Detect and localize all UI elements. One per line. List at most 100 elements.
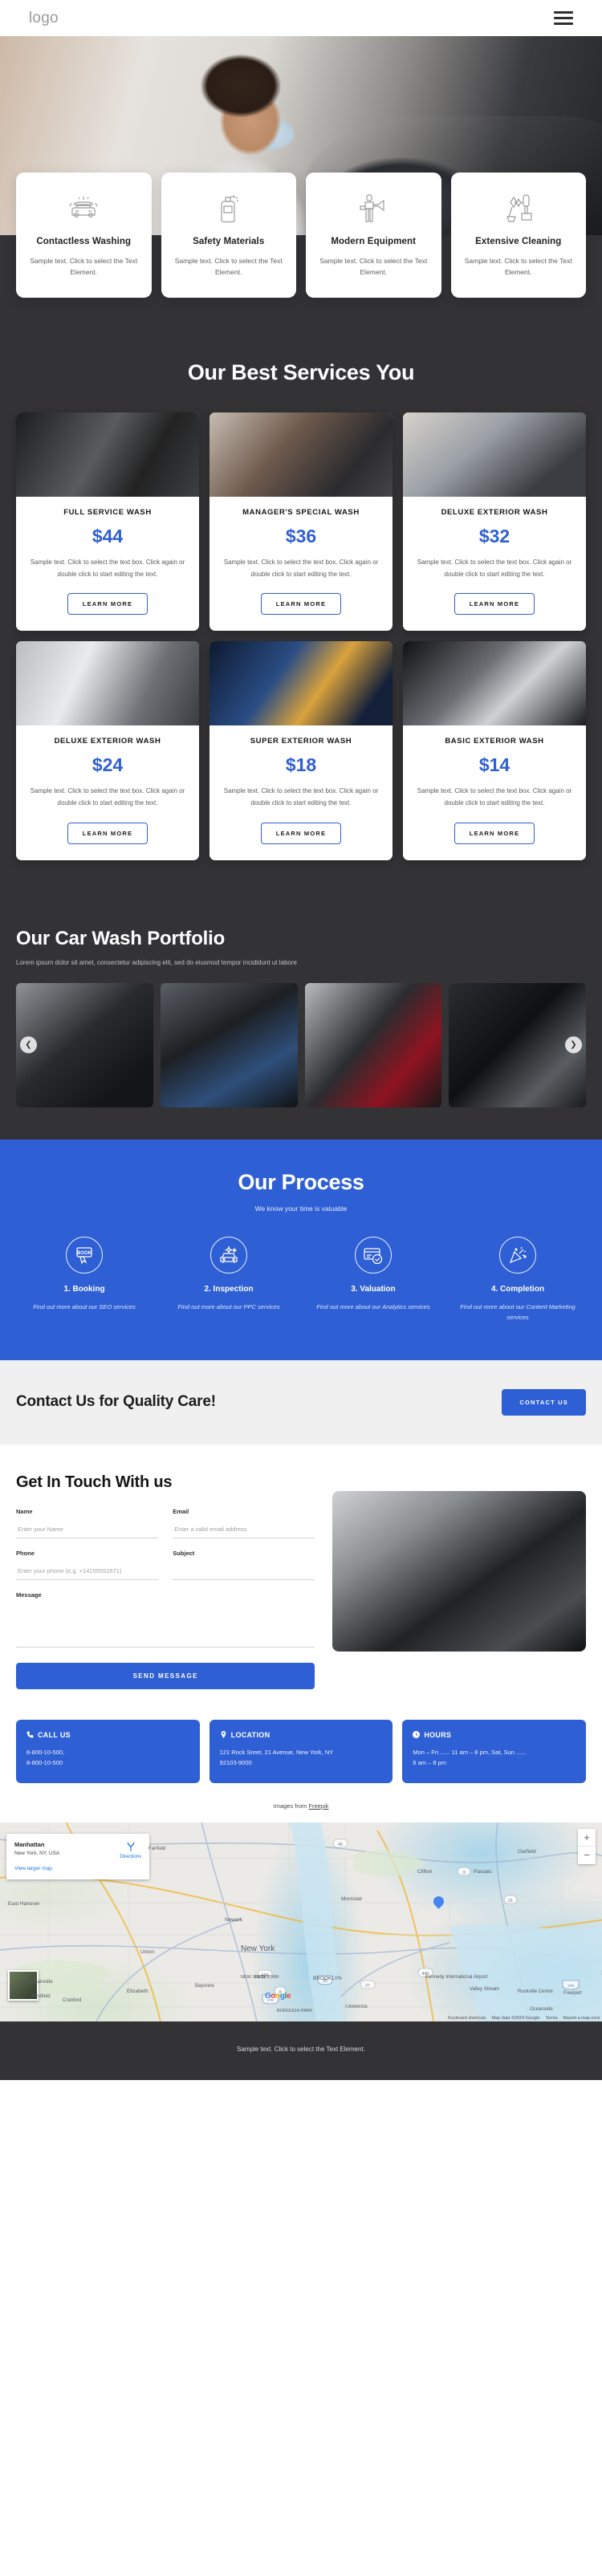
- service-price: $36: [285, 525, 317, 546]
- process-step-name: 2. Inspection: [204, 1284, 254, 1294]
- feature-card[interactable]: Extensive Cleaning Sample text. Click to…: [450, 173, 586, 298]
- service-name: FULL SERVICE WASH: [63, 507, 152, 517]
- process-step-desc: Find out more about our SEO services: [33, 1302, 136, 1310]
- service-name: SUPER EXTERIOR WASH: [250, 737, 352, 746]
- svg-text:27: 27: [365, 1984, 370, 1989]
- feature-text: Sample text. Click to select the Text El…: [30, 257, 138, 277]
- terms-link[interactable]: Terms: [546, 2016, 558, 2021]
- services-grid: FULL SERVICE WASH $44 Sample text. Click…: [16, 412, 586, 861]
- process-step-desc: Find out more about our PPC services: [177, 1302, 280, 1310]
- cta-section: Contact Us for Quality Care! CONTACT US: [0, 1359, 602, 1444]
- service-card[interactable]: DELUXE EXTERIOR WASH $24 Sample text. Cl…: [16, 641, 199, 861]
- learn-more-button[interactable]: LEARN MORE: [454, 823, 535, 845]
- freepik-link[interactable]: Freepik: [308, 1802, 328, 1810]
- service-image: [403, 641, 586, 726]
- contact-box-line: 8-800-10-500: [26, 1759, 63, 1767]
- service-image: [209, 641, 393, 726]
- svg-text:278: 278: [567, 1984, 574, 1988]
- contact-boxes: CALL US 8-800-10-500, 8-800-10-500 LOCAT…: [0, 1696, 602, 1791]
- clock-icon: [413, 1731, 421, 1739]
- contact-us-button[interactable]: CONTACT US: [502, 1388, 586, 1416]
- learn-more-button[interactable]: LEARN MORE: [67, 823, 148, 845]
- phone-input[interactable]: [16, 1563, 159, 1580]
- report-map-error-link[interactable]: Report a map error: [563, 2016, 600, 2021]
- booking-icon: BOOK: [66, 1236, 103, 1274]
- features-grid: Contactless Washing Sample text. Click t…: [16, 173, 586, 298]
- service-price: $44: [92, 525, 124, 546]
- directions-button[interactable]: Directions: [120, 1841, 141, 1871]
- contact-box-line: 8-800-10-500,: [26, 1748, 65, 1756]
- portfolio-item[interactable]: [304, 982, 442, 1107]
- contact-box-header: HOURS: [413, 1731, 576, 1739]
- map-data-text: Map data ©2024 Google: [491, 2015, 540, 2021]
- map-pin-icon: [221, 1731, 226, 1739]
- chevron-left-icon[interactable]: ❮: [20, 1036, 37, 1054]
- contact-box-call-us[interactable]: CALL US 8-800-10-500, 8-800-10-500: [16, 1719, 200, 1783]
- service-description: Sample text. Click to select the text bo…: [223, 787, 379, 807]
- service-price: $14: [478, 754, 510, 776]
- feature-card[interactable]: Modern Equipment Sample text. Click to s…: [306, 173, 441, 298]
- services-title: Our Best Services You: [187, 360, 415, 384]
- cta-title: Contact Us for Quality Care!: [16, 1393, 216, 1411]
- feature-title: Extensive Cleaning: [475, 237, 562, 246]
- logo[interactable]: logo: [29, 10, 59, 27]
- map-info-card: Manhattan New York, NY, USA View larger …: [6, 1833, 149, 1879]
- location-map[interactable]: 46 439 440 27 3 21 9 95 278 278 27 Manha…: [0, 1822, 602, 2021]
- car-sparkle-icon: [210, 1236, 247, 1274]
- service-card[interactable]: FULL SERVICE WASH $44 Sample text. Click…: [16, 412, 199, 632]
- contact-box-location[interactable]: LOCATION 121 Rock Sreet, 21 Avenue, New …: [209, 1719, 393, 1783]
- map-street-view-thumbnail[interactable]: [8, 1969, 39, 2001]
- service-card[interactable]: DELUXE EXTERIOR WASH $32 Sample text. Cl…: [403, 412, 586, 632]
- feature-title: Contactless Washing: [36, 237, 132, 246]
- message-textarea[interactable]: [16, 1603, 315, 1648]
- get-in-touch-title: Get In Touch With us: [16, 1473, 173, 1491]
- service-name: DELUXE EXTERIOR WASH: [441, 507, 548, 517]
- feature-text: Sample text. Click to select the Text El…: [174, 257, 283, 277]
- view-larger-map-link[interactable]: View larger map: [14, 1866, 59, 1871]
- learn-more-button[interactable]: LEARN MORE: [454, 593, 535, 616]
- feature-card[interactable]: Contactless Washing Sample text. Click t…: [16, 173, 152, 298]
- process-step: 2. Inspection Find out more about our PP…: [161, 1236, 297, 1323]
- site-header: logo: [0, 0, 602, 36]
- keyboard-shortcuts-link[interactable]: Keyboard shortcuts: [448, 2016, 486, 2021]
- hamburger-menu-icon[interactable]: [554, 11, 573, 25]
- feature-card[interactable]: Safety Materials Sample text. Click to s…: [161, 173, 296, 298]
- contact-box-title: LOCATION: [230, 1730, 270, 1739]
- chevron-right-icon[interactable]: ❯: [565, 1036, 582, 1054]
- process-step-desc: Find out more about our Analytics servic…: [316, 1302, 430, 1310]
- service-image: [16, 412, 199, 497]
- map-attribution: Keyboard shortcuts Map data ©2024 Google…: [448, 2016, 600, 2021]
- zoom-in-button[interactable]: +: [578, 1829, 596, 1847]
- portfolio-carousel: ❮ ❯: [16, 982, 586, 1107]
- svg-text:3: 3: [462, 1871, 465, 1875]
- process-step: BOOK 1. Booking Find out more about our …: [16, 1236, 153, 1323]
- feature-text: Sample text. Click to select the Text El…: [464, 257, 572, 277]
- learn-more-button[interactable]: LEARN MORE: [67, 593, 148, 616]
- party-popper-icon: [499, 1236, 536, 1274]
- feature-title: Safety Materials: [193, 237, 265, 246]
- svg-text:440: 440: [421, 1972, 429, 1977]
- portfolio-item[interactable]: [160, 982, 298, 1107]
- service-card[interactable]: SUPER EXTERIOR WASH $18 Sample text. Cli…: [209, 641, 393, 861]
- process-section: Our Process We know your time is valuabl…: [0, 1139, 602, 1360]
- process-subtitle: We know your time is valuable: [254, 1204, 348, 1213]
- service-image: [403, 412, 586, 497]
- service-description: Sample text. Click to select the text bo…: [30, 787, 185, 807]
- zoom-out-button[interactable]: −: [578, 1847, 596, 1864]
- learn-more-button[interactable]: LEARN MORE: [260, 593, 342, 616]
- name-input[interactable]: [16, 1522, 159, 1538]
- process-step-name: 1. Booking: [63, 1284, 105, 1294]
- contact-box-hours[interactable]: HOURS Mon – Fri ...... 11 am – 8 pm, Sat…: [402, 1719, 586, 1783]
- send-message-button[interactable]: SEND MESSAGE: [16, 1662, 315, 1689]
- subject-input[interactable]: [173, 1563, 315, 1580]
- get-in-touch-section: Get In Touch With us Name Email Phone Su…: [0, 1444, 602, 1697]
- service-price: $32: [478, 525, 510, 546]
- contact-box-title: HOURS: [424, 1730, 452, 1739]
- credit-card-check-icon: [355, 1236, 392, 1274]
- car-wash-icon: [27, 190, 140, 227]
- service-card[interactable]: MANAGER'S SPECIAL WASH $36 Sample text. …: [209, 412, 393, 632]
- learn-more-button[interactable]: LEARN MORE: [260, 823, 342, 845]
- features-section: Contactless Washing Sample text. Click t…: [0, 173, 602, 333]
- email-input[interactable]: [173, 1522, 315, 1538]
- service-card[interactable]: BASIC EXTERIOR WASH $14 Sample text. Cli…: [403, 641, 586, 861]
